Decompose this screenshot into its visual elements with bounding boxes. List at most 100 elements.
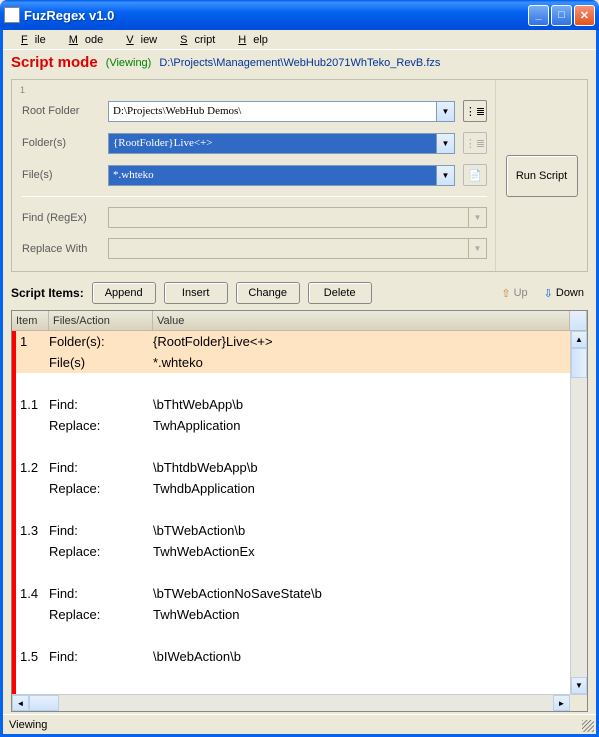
root-folder-dropdown-icon[interactable]: [437, 101, 455, 122]
menu-view[interactable]: View: [112, 32, 164, 48]
arrow-up-icon: ⇧: [501, 287, 510, 300]
scroll-up-icon[interactable]: ▲: [571, 331, 587, 348]
change-button[interactable]: Change: [236, 282, 300, 304]
arrow-down-icon: ⇩: [544, 287, 553, 300]
cell-value: TwhApplication: [153, 418, 587, 433]
vertical-scrollbar[interactable]: ▲ ▼: [570, 331, 587, 694]
root-folder-label: Root Folder: [22, 105, 108, 117]
cell-value: \bThtWebApp\b: [153, 397, 587, 412]
scroll-thumb[interactable]: [571, 348, 587, 378]
script-items-grid: Item Files/Action Value 1Folder(s):{Root…: [11, 310, 588, 712]
close-button[interactable]: ✕: [574, 5, 595, 26]
scroll-right-icon[interactable]: ►: [553, 695, 570, 711]
insert-button[interactable]: Insert: [164, 282, 228, 304]
cell-value: \bIWebAction\b: [153, 649, 587, 664]
app-icon: [4, 7, 20, 23]
col-files-action[interactable]: Files/Action: [49, 311, 153, 330]
separator: [22, 196, 487, 197]
table-row[interactable]: 1.4Find:\bTWebActionNoSaveState\b: [16, 583, 587, 604]
root-folder-input[interactable]: [108, 101, 437, 122]
find-label: Find (RegEx): [22, 212, 108, 224]
table-row[interactable]: 1Folder(s):{RootFolder}Live<+>: [16, 331, 587, 352]
find-dropdown-icon: [469, 207, 487, 228]
table-row[interactable]: Replace:TwhWebActionEx: [16, 541, 587, 562]
append-button[interactable]: Append: [92, 282, 156, 304]
files-input[interactable]: [108, 165, 437, 186]
menu-help[interactable]: Help: [224, 32, 275, 48]
cell-value: {RootFolder}Live<+>: [153, 334, 587, 349]
cell-action: Replace:: [49, 544, 153, 559]
statusbar: Viewing: [3, 714, 596, 734]
cell-item: 1.5: [16, 649, 49, 664]
menu-file[interactable]: File: [7, 32, 53, 48]
menubar: File Mode View Script Help: [3, 30, 596, 50]
resize-grip-icon[interactable]: [582, 720, 594, 732]
find-input: [108, 207, 469, 228]
cell-value: *.whteko: [153, 355, 587, 370]
cell-action: Find:: [49, 586, 153, 601]
cell-action: Replace:: [49, 481, 153, 496]
cell-value: \bTWebActionNoSaveState\b: [153, 586, 587, 601]
cell-action: Folder(s):: [49, 334, 153, 349]
cell-item: 1: [16, 334, 49, 349]
minimize-button[interactable]: _: [528, 5, 549, 26]
run-script-button[interactable]: Run Script: [506, 155, 578, 197]
cell-value: \bTWebAction\b: [153, 523, 587, 538]
hscroll-thumb[interactable]: [29, 695, 59, 711]
scroll-left-icon[interactable]: ◄: [12, 695, 29, 711]
table-row[interactable]: 1.2Find:\bThtdbWebApp\b: [16, 457, 587, 478]
menu-script[interactable]: Script: [166, 32, 222, 48]
col-value[interactable]: Value: [153, 311, 570, 330]
table-row[interactable]: [16, 499, 587, 520]
down-button[interactable]: ⇩Down: [540, 285, 588, 302]
menu-mode[interactable]: Mode: [55, 32, 111, 48]
replace-dropdown-icon: [469, 238, 487, 259]
script-path: D:\Projects\Management\WebHub2071WhTeko_…: [159, 57, 440, 69]
grid-header: Item Files/Action Value: [12, 311, 587, 331]
table-row[interactable]: Replace:TwhApplication: [16, 415, 587, 436]
folders-dropdown-icon[interactable]: [437, 133, 455, 154]
table-row[interactable]: File(s)*.whteko: [16, 352, 587, 373]
cell-action: Find:: [49, 460, 153, 475]
table-row[interactable]: 1.3Find:\bTWebAction\b: [16, 520, 587, 541]
cell-item: 1.3: [16, 523, 49, 538]
cell-action: Find:: [49, 397, 153, 412]
table-row[interactable]: [16, 562, 587, 583]
files-dropdown-icon[interactable]: [437, 165, 455, 186]
cell-action: File(s): [49, 355, 153, 370]
items-toolbar: Script Items: Append Insert Change Delet…: [3, 278, 596, 310]
table-row[interactable]: [16, 625, 587, 646]
cell-value: TwhWebAction: [153, 607, 587, 622]
titlebar[interactable]: FuzRegex v1.0 _ □ ✕: [0, 0, 599, 30]
cell-value: TwhWebActionEx: [153, 544, 587, 559]
folders-input[interactable]: [108, 133, 437, 154]
header-corner: [570, 311, 587, 330]
mode-title: Script mode: [11, 54, 98, 71]
browse-root-button[interactable]: ⋮≣: [463, 100, 487, 122]
cell-value: TwhdbApplication: [153, 481, 587, 496]
scroll-down-icon[interactable]: ▼: [571, 677, 587, 694]
cell-item: 1.4: [16, 586, 49, 601]
cell-item: 1.2: [16, 460, 49, 475]
replace-label: Replace With: [22, 243, 108, 255]
status-text: Viewing: [9, 719, 47, 731]
maximize-button[interactable]: □: [551, 5, 572, 26]
replace-input: [108, 238, 469, 259]
table-row[interactable]: [16, 436, 587, 457]
table-row[interactable]: 1.5Find:\bIWebAction\b: [16, 646, 587, 667]
cell-value: \bThtdbWebApp\b: [153, 460, 587, 475]
cell-item: 1.1: [16, 397, 49, 412]
table-row[interactable]: 1.1Find:\bThtWebApp\b: [16, 394, 587, 415]
mode-bar: Script mode (Viewing) D:\Projects\Manage…: [3, 50, 596, 75]
script-items-label: Script Items:: [11, 286, 84, 300]
browse-folders-button: ⋮≣: [463, 132, 487, 154]
table-row[interactable]: [16, 373, 587, 394]
horizontal-scrollbar[interactable]: ◄ ►: [12, 694, 587, 711]
col-item[interactable]: Item: [12, 311, 49, 330]
delete-button[interactable]: Delete: [308, 282, 372, 304]
table-row[interactable]: Replace:TwhdbApplication: [16, 478, 587, 499]
cell-action: Find:: [49, 523, 153, 538]
cell-action: Replace:: [49, 607, 153, 622]
mode-state: (Viewing): [106, 57, 152, 69]
table-row[interactable]: Replace:TwhWebAction: [16, 604, 587, 625]
